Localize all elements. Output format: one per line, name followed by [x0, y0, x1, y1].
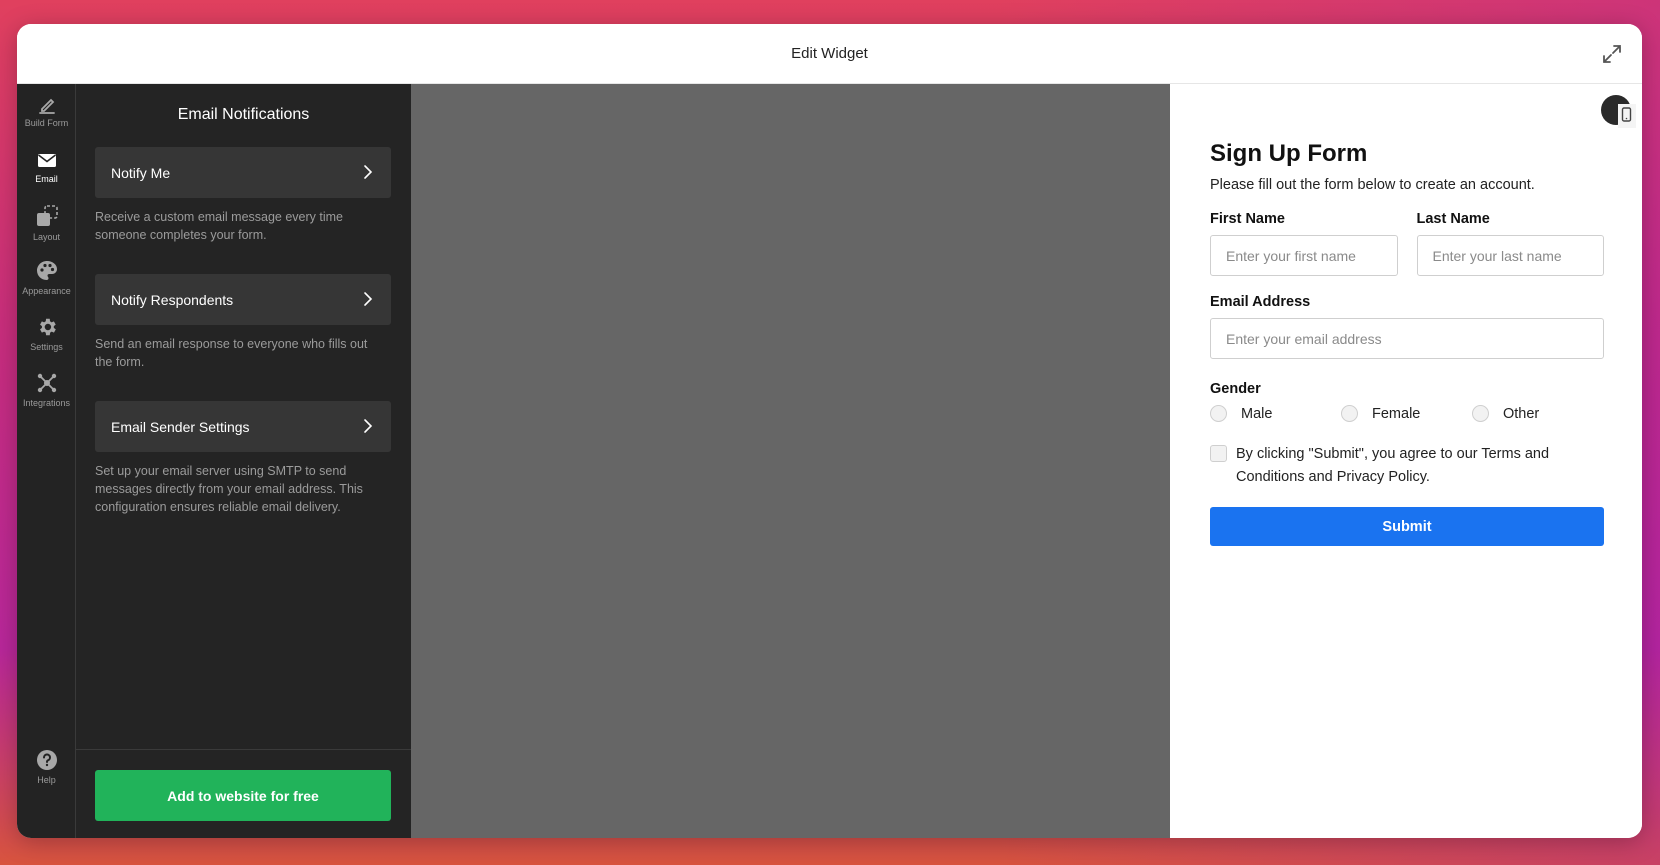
radio-button[interactable] — [1210, 405, 1227, 422]
gender-option-male[interactable]: Male — [1210, 405, 1341, 422]
first-name-label: First Name — [1210, 211, 1285, 227]
sidebar-item-label: Settings — [30, 342, 63, 352]
radio-button[interactable] — [1341, 405, 1358, 422]
sidebar-item-help[interactable]: Help — [17, 749, 76, 785]
radio-button[interactable] — [1472, 405, 1489, 422]
terms-checkbox[interactable] — [1210, 445, 1227, 462]
sidebar-item-email[interactable]: Email — [17, 150, 76, 184]
notify-me-card[interactable]: Notify Me — [95, 147, 391, 198]
device-toggle-icon[interactable] — [1600, 94, 1636, 130]
chevron-right-icon — [364, 292, 373, 306]
email-notifications-panel: Email Notifications Notify Me Receive a … — [76, 84, 411, 838]
sidebar-item-label: Email — [35, 174, 58, 184]
palette-icon — [36, 261, 57, 280]
card-label: Notify Me — [111, 164, 171, 181]
sidebar-item-label: Help — [37, 775, 56, 785]
sidebar-item-label: Build Form — [24, 118, 69, 128]
form-preview: Sign Up Form Please fill out the form be… — [1170, 84, 1642, 838]
edit-widget-window: Edit Widget Build Form Email Layout Appe… — [17, 24, 1642, 838]
card-description: Receive a custom email message every tim… — [95, 210, 344, 242]
integrations-icon — [37, 373, 56, 393]
sidebar-item-settings[interactable]: Settings — [17, 316, 76, 352]
sidebar-item-build-form[interactable]: Build Form — [17, 94, 76, 128]
notify-respondents-card[interactable]: Notify Respondents — [95, 274, 391, 325]
expand-icon[interactable] — [1600, 42, 1624, 66]
card-label: Notify Respondents — [111, 291, 234, 308]
layout-icon — [36, 205, 58, 226]
submit-button[interactable]: Submit — [1210, 507, 1604, 546]
panel-divider — [76, 749, 411, 750]
pencil-icon — [38, 98, 55, 114]
email-input[interactable] — [1210, 318, 1604, 359]
signup-form: Sign Up Form Please fill out the form be… — [1210, 140, 1604, 546]
card-description: Send an email response to everyone who f… — [95, 337, 368, 369]
card-description: Set up your email server using SMTP to s… — [95, 464, 363, 514]
last-name-input[interactable] — [1416, 235, 1604, 276]
email-sender-settings-card[interactable]: Email Sender Settings — [95, 401, 391, 452]
card-label: Email Sender Settings — [111, 418, 250, 435]
form-subtitle: Please fill out the form below to create… — [1210, 177, 1535, 193]
panel-title: Email Notifications — [177, 106, 310, 123]
sidebar-item-label: Layout — [32, 232, 61, 242]
first-name-input[interactable] — [1210, 235, 1398, 276]
gender-label: Gender — [1210, 381, 1261, 397]
add-to-website-button[interactable]: Add to website for free — [95, 770, 391, 821]
help-icon — [36, 750, 57, 770]
sidebar-item-integrations[interactable]: Integrations — [17, 372, 76, 408]
icon-sidebar: Build Form Email Layout Appearance Setti… — [17, 84, 76, 838]
terms-agreement: By clicking "Submit", you agree to our T… — [1210, 443, 1604, 489]
last-name-label: Last Name — [1416, 211, 1490, 227]
email-label: Email Address — [1210, 294, 1311, 310]
radio-label: Female — [1372, 405, 1421, 422]
sidebar-item-appearance[interactable]: Appearance — [17, 260, 76, 296]
chevron-right-icon — [364, 419, 373, 433]
window-title: Edit Widget — [791, 45, 868, 62]
sidebar-item-label: Integrations — [22, 398, 71, 408]
title-bar: Edit Widget — [17, 24, 1642, 84]
form-title: Sign Up Form — [1210, 140, 1368, 167]
terms-text: By clicking "Submit", you agree to our T… — [1236, 446, 1550, 485]
gender-option-other[interactable]: Other — [1472, 405, 1603, 422]
sidebar-item-layout[interactable]: Layout — [17, 204, 76, 242]
editor-canvas — [411, 84, 1170, 838]
radio-label: Other — [1503, 405, 1540, 422]
gear-icon — [39, 318, 56, 336]
envelope-icon — [37, 154, 56, 167]
gender-radio-group: Male Female Other — [1210, 405, 1604, 422]
sidebar-item-label: Appearance — [22, 286, 71, 296]
radio-label: Male — [1241, 405, 1273, 422]
chevron-right-icon — [364, 165, 373, 179]
gender-option-female[interactable]: Female — [1341, 405, 1472, 422]
